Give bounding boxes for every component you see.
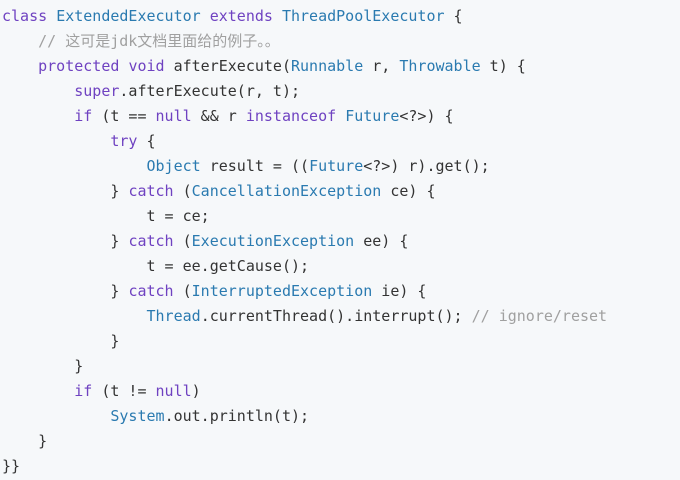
code-keyword: extends (209, 7, 282, 25)
code-token: } (2, 232, 129, 250)
code-type-name: Thread (146, 307, 201, 325)
code-type-name: System (110, 407, 165, 425)
code-type-name: ExecutionException (191, 232, 355, 250)
code-token: <?>) r).get(); (363, 157, 490, 175)
code-comment: // 这可是jdk文档里面给的例子。。 (38, 32, 280, 50)
code-keyword: null (155, 382, 192, 400)
code-type-name: Object (146, 157, 201, 175)
code-comment: // ignore/reset (471, 307, 608, 325)
code-line: } (2, 354, 680, 379)
code-keyword: class (2, 7, 57, 25)
code-token: } (2, 182, 129, 200)
code-token: .currentThread().interrupt(); (200, 307, 472, 325)
code-keyword: try (110, 132, 138, 150)
code-line: }} (2, 454, 680, 479)
code-token: { (137, 132, 156, 150)
code-line: } (2, 429, 680, 454)
code-type-name: InterruptedException (191, 282, 373, 300)
code-token: } (2, 282, 129, 300)
code-token: afterExecute( (173, 57, 291, 75)
code-line: } (2, 329, 680, 354)
code-type-name: Future (345, 107, 400, 125)
code-keyword: instanceof (245, 107, 346, 125)
code-token: (t == (92, 107, 156, 125)
code-line: } catch (ExecutionException ee) { (2, 229, 680, 254)
code-line: Object result = ((Future<?>) r).get(); (2, 154, 680, 179)
code-token: t) { (480, 57, 526, 75)
code-keyword: void (128, 57, 174, 75)
code-type-name: Future (309, 157, 364, 175)
code-token: } (2, 357, 84, 375)
code-line: protected void afterExecute(Runnable r, … (2, 54, 680, 79)
code-type-name: CancellationException (191, 182, 382, 200)
code-token: ( (173, 282, 192, 300)
code-token: && r (191, 107, 246, 125)
code-keyword: catch (128, 282, 174, 300)
code-token: }} (2, 457, 21, 475)
code-token: .out.println(t); (164, 407, 310, 425)
code-token: result = (( (200, 157, 310, 175)
code-type-name: ThreadPoolExecutor (281, 7, 445, 25)
code-token: } (2, 432, 48, 450)
code-line: Thread.currentThread().interrupt(); // i… (2, 304, 680, 329)
code-token: t = ee.getCause(); (2, 257, 310, 275)
code-keyword: catch (128, 182, 174, 200)
code-block: class ExtendedExecutor extends ThreadPoo… (0, 0, 680, 480)
code-keyword: if (74, 382, 93, 400)
code-line: // 这可是jdk文档里面给的例子。。 (2, 29, 680, 54)
code-type-name: Runnable (291, 57, 364, 75)
code-line: try { (2, 129, 680, 154)
code-line: System.out.println(t); (2, 404, 680, 429)
code-token: ) (191, 382, 201, 400)
code-token: ie) { (372, 282, 427, 300)
code-keyword: if (74, 107, 93, 125)
code-token: ( (173, 232, 192, 250)
code-token: { (444, 7, 463, 25)
code-line: if (t == null && r instanceof Future<?>)… (2, 104, 680, 129)
code-token: ce) { (381, 182, 436, 200)
code-line: super.afterExecute(r, t); (2, 79, 680, 104)
code-type-name: ExtendedExecutor (56, 7, 210, 25)
code-token: (t != (92, 382, 156, 400)
code-keyword: null (155, 107, 192, 125)
code-token: r, (363, 57, 400, 75)
code-token: .afterExecute(r, t); (119, 82, 301, 100)
code-line: if (t != null) (2, 379, 680, 404)
code-token: t = ce; (2, 207, 210, 225)
code-token: ( (173, 182, 192, 200)
code-line: t = ee.getCause(); (2, 254, 680, 279)
code-line: class ExtendedExecutor extends ThreadPoo… (2, 4, 680, 29)
code-keyword: protected (38, 57, 129, 75)
code-token: <?>) { (399, 107, 454, 125)
code-type-name: Throwable (399, 57, 481, 75)
code-line: } catch (InterruptedException ie) { (2, 279, 680, 304)
code-keyword: catch (128, 232, 174, 250)
code-token: } (2, 332, 120, 350)
code-keyword: super (74, 82, 120, 100)
code-line: t = ce; (2, 204, 680, 229)
code-line: } catch (CancellationException ce) { (2, 179, 680, 204)
code-token: ee) { (354, 232, 409, 250)
